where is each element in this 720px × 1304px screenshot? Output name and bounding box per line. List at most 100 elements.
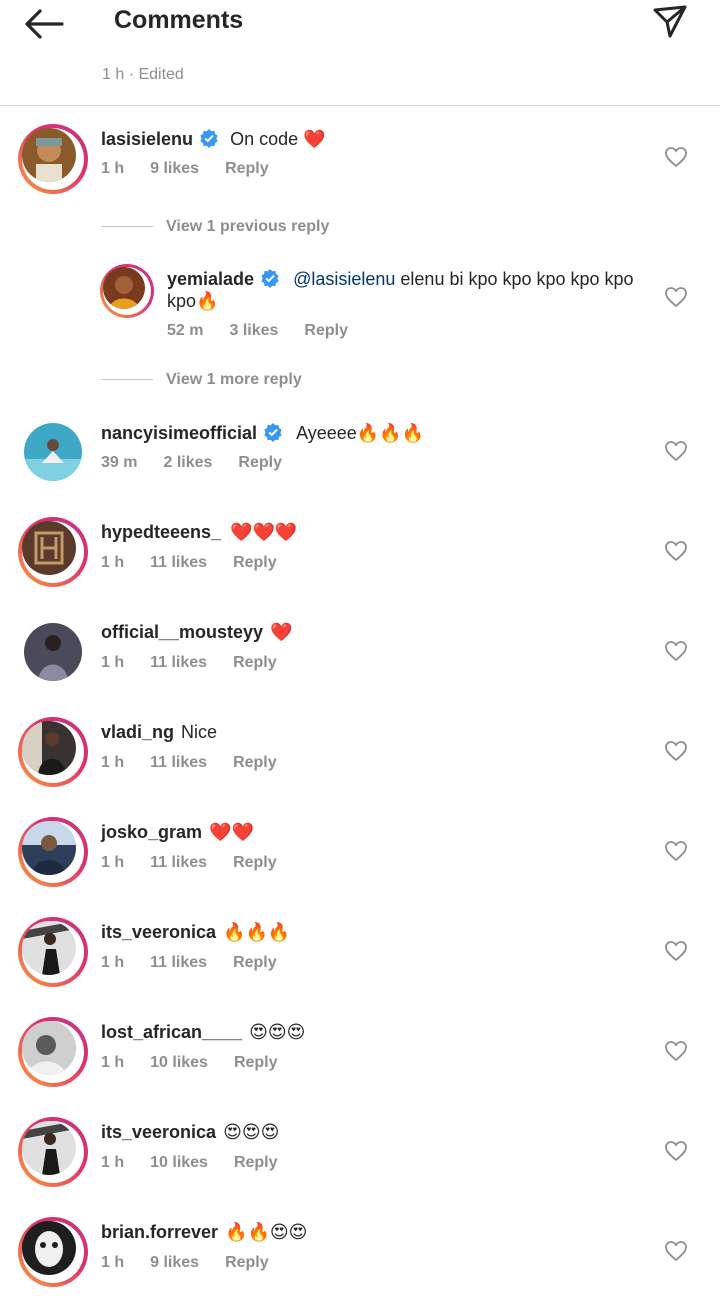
comment-item: vladi_ng Nice 1 h 11 likes Reply	[0, 714, 720, 804]
reply-button[interactable]: Reply	[233, 854, 277, 871]
comment-time: 52 m	[167, 322, 204, 339]
comment-likes[interactable]: 3 likes	[229, 322, 278, 339]
comment-text: 😍😍😍	[249, 1022, 306, 1042]
avatar[interactable]	[18, 517, 88, 587]
heart-outline-icon[interactable]	[664, 146, 688, 168]
comment-likes[interactable]: 9 likes	[150, 160, 199, 177]
comment-username[interactable]: official__mousteyy	[101, 622, 263, 642]
avatar[interactable]	[18, 817, 88, 887]
comment-username[interactable]: yemialade	[167, 269, 254, 289]
avatar[interactable]	[18, 1217, 88, 1287]
reply-button[interactable]: Reply	[225, 1254, 269, 1271]
avatar[interactable]	[18, 417, 88, 487]
comment-time: 1 h	[101, 854, 125, 871]
comment-username[interactable]: lost_african____	[101, 1022, 242, 1042]
comment-item: its_veeronica 😍😍😍 1 h 10 likes Reply	[0, 1114, 720, 1204]
heart-outline-icon[interactable]	[664, 286, 688, 308]
comment-time: 1 h	[101, 1154, 125, 1171]
comment-text: 🔥🔥🔥	[223, 922, 291, 942]
comment-item: lost_african____ 😍😍😍 1 h 10 likes Reply	[0, 1014, 720, 1104]
reply-button[interactable]: Reply	[234, 1054, 278, 1071]
comment-username[interactable]: hypedteeens_	[101, 522, 221, 542]
heart-outline-icon[interactable]	[664, 940, 688, 962]
comment-likes[interactable]: 9 likes	[150, 1254, 199, 1271]
comment-text: ❤️❤️❤️	[230, 522, 298, 542]
post-time-edited: 1 h · Edited	[102, 66, 184, 83]
arrow-left-icon[interactable]	[22, 6, 66, 42]
comment-username[interactable]: josko_gram	[101, 822, 202, 842]
view-more-reply[interactable]: View 1 more reply	[166, 371, 302, 389]
comment-item: nancyisimeofficial Ayeeee🔥🔥🔥 39 m 2 likes…	[0, 414, 720, 504]
avatar[interactable]	[18, 917, 88, 987]
divider	[0, 105, 720, 106]
verified-badge-icon	[200, 129, 218, 148]
comment-time: 1 h	[101, 554, 125, 571]
comment-username[interactable]: its_veeronica	[101, 1122, 216, 1142]
page-title: Comments	[114, 6, 244, 34]
reply-button[interactable]: Reply	[233, 954, 277, 971]
avatar[interactable]	[100, 264, 154, 318]
reply-button[interactable]: Reply	[233, 754, 277, 771]
paper-plane-icon[interactable]	[650, 2, 690, 42]
thread-line	[101, 226, 153, 227]
reply-button[interactable]: Reply	[238, 454, 282, 471]
comment-item: brian.forrever 🔥🔥😍😍 1 h 9 likes Reply	[0, 1214, 720, 1304]
comment-likes[interactable]: 10 likes	[150, 1054, 208, 1071]
heart-outline-icon[interactable]	[664, 840, 688, 862]
heart-outline-icon[interactable]	[664, 540, 688, 562]
comment-text: 😍😍😍	[223, 1122, 280, 1142]
comment-item: lasisielenu On code ❤️ 1 h 9 likes Reply	[0, 120, 720, 210]
heart-outline-icon[interactable]	[664, 440, 688, 462]
verified-badge-icon	[264, 423, 282, 442]
comment-likes[interactable]: 11 likes	[150, 854, 207, 871]
heart-outline-icon[interactable]	[664, 640, 688, 662]
comment-likes[interactable]: 11 likes	[150, 954, 207, 971]
comment-likes[interactable]: 10 likes	[150, 1154, 208, 1171]
comment-item: hypedteeens_ ❤️❤️❤️ 1 h 11 likes Reply	[0, 514, 720, 604]
comment-text: Ayeeee🔥🔥🔥	[296, 423, 425, 443]
comment-text: On code ❤️	[230, 129, 326, 149]
comment-likes[interactable]: 2 likes	[163, 454, 212, 471]
comment-username[interactable]: its_veeronica	[101, 922, 216, 942]
avatar[interactable]	[18, 1117, 88, 1187]
avatar[interactable]	[18, 124, 88, 194]
comment-likes[interactable]: 11 likes	[150, 554, 207, 571]
avatar[interactable]	[18, 1017, 88, 1087]
comment-time: 1 h	[101, 1254, 125, 1271]
comment-text: ❤️	[270, 622, 293, 642]
reply-button[interactable]: Reply	[304, 322, 348, 339]
reply-button[interactable]: Reply	[225, 160, 269, 177]
comment-item: josko_gram ❤️❤️ 1 h 11 likes Reply	[0, 814, 720, 904]
reply-button[interactable]: Reply	[233, 654, 277, 671]
heart-outline-icon[interactable]	[664, 1240, 688, 1262]
comment-likes[interactable]: 11 likes	[150, 654, 207, 671]
verified-badge-icon	[261, 269, 279, 288]
comment-item: official__mousteyy ❤️ 1 h 11 likes Reply	[0, 614, 720, 704]
heart-outline-icon[interactable]	[664, 1040, 688, 1062]
avatar[interactable]	[18, 717, 88, 787]
comment-time: 1 h	[101, 754, 125, 771]
avatar[interactable]	[18, 617, 88, 687]
comment-time: 1 h	[101, 1054, 125, 1071]
comment-likes[interactable]: 11 likes	[150, 754, 207, 771]
reply-button[interactable]: Reply	[234, 1154, 278, 1171]
comment-username[interactable]: vladi_ng	[101, 722, 174, 742]
comment-username[interactable]: nancyisimeofficial	[101, 423, 257, 443]
comment-username[interactable]: lasisielenu	[101, 129, 193, 149]
comment-username[interactable]: brian.forrever	[101, 1222, 218, 1242]
comment-time: 39 m	[101, 454, 138, 471]
reply-button[interactable]: Reply	[233, 554, 277, 571]
comment-item: its_veeronica 🔥🔥🔥 1 h 11 likes Reply	[0, 914, 720, 1004]
heart-outline-icon[interactable]	[664, 740, 688, 762]
thread-line	[101, 379, 153, 380]
mention-link[interactable]: @lasisielenu	[293, 269, 395, 289]
heart-outline-icon[interactable]	[664, 1140, 688, 1162]
comment-text: 🔥🔥😍😍	[225, 1222, 308, 1242]
comment-text: Nice	[181, 722, 218, 742]
comment-text: ❤️❤️	[209, 822, 254, 842]
comment-time: 1 h	[101, 654, 125, 671]
comment-time: 1 h	[101, 954, 125, 971]
view-previous-reply[interactable]: View 1 previous reply	[166, 218, 329, 236]
top-bar: Comments	[0, 0, 720, 50]
comment-time: 1 h	[101, 160, 125, 177]
